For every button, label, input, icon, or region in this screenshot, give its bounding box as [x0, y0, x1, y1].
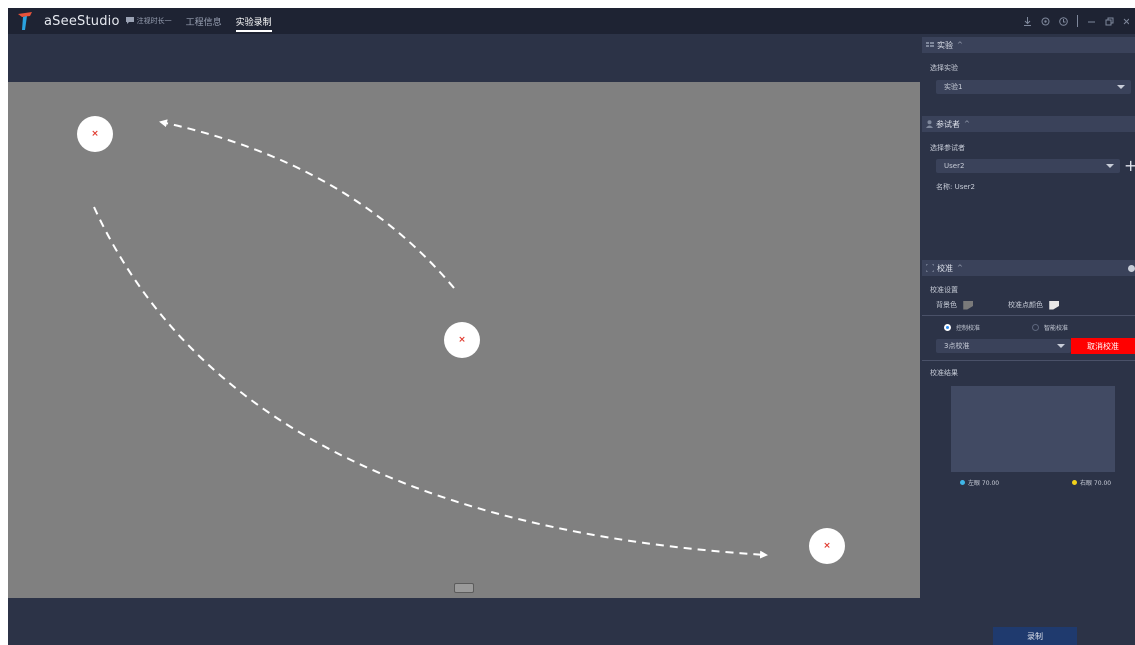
calibration-settings-label: 校准设置 — [930, 286, 958, 294]
app-logo-icon — [12, 8, 38, 34]
chevron-up-icon: ^ — [957, 264, 963, 272]
calibration-result-label: 校准结果 — [930, 369, 958, 377]
manual-calibration-radio[interactable]: 控制校准 — [944, 323, 980, 332]
help-icon[interactable] — [1059, 16, 1068, 26]
add-participant-icon[interactable]: + — [1124, 158, 1135, 174]
point-color-setting[interactable]: 校准点颜色 — [1008, 300, 1060, 310]
smart-calibration-label: 智能校准 — [1044, 325, 1069, 332]
experiment-section-header[interactable]: 实验 ^ — [922, 37, 1135, 53]
stage-toggle-button[interactable] — [454, 583, 474, 593]
experiment-icon — [926, 42, 934, 48]
radio-unselected-icon — [1032, 324, 1039, 331]
app-window: aSeeStudio 注视时长一 工程信息 实验录制 × × × 实验 ^ 选择… — [8, 8, 1135, 645]
experiment-select-value: 实验1 — [944, 83, 963, 91]
caret-down-icon — [1106, 164, 1114, 168]
stage-top-band — [8, 34, 920, 82]
calibration-divider — [922, 315, 1135, 316]
select-participant-label: 选择参试者 — [930, 144, 965, 152]
participant-select[interactable]: User2 — [936, 159, 1120, 173]
background-color-setting[interactable]: 背景色 — [936, 300, 974, 310]
smart-calibration-radio[interactable]: 智能校准 — [1032, 323, 1068, 332]
window-controls — [1023, 8, 1129, 34]
gaze-duration-info: 注视时长一 — [125, 16, 172, 26]
download-icon[interactable] — [1023, 16, 1032, 26]
calibration-result-area — [951, 386, 1115, 472]
caret-down-icon — [1057, 344, 1065, 348]
app-name: aSeeStudio — [44, 13, 120, 29]
chat-icon — [125, 16, 134, 26]
settings-icon[interactable] — [1041, 17, 1050, 26]
minimize-icon[interactable] — [1087, 17, 1096, 26]
title-bar: aSeeStudio 注视时长一 工程信息 实验录制 — [8, 8, 1135, 34]
participant-select-value: User2 — [944, 162, 965, 170]
calibration-target-center: × — [444, 322, 480, 358]
restore-icon[interactable] — [1105, 17, 1114, 26]
experiment-select[interactable]: 实验1 — [936, 80, 1131, 94]
arrow-center-to-topleft — [159, 119, 455, 289]
participant-section-title: 参试者 — [936, 119, 960, 129]
participant-section-header[interactable]: 参试者 ^ — [922, 116, 1135, 132]
crosshair-icon — [926, 264, 934, 272]
tab-experiment-recording[interactable]: 实验录制 — [235, 10, 272, 32]
right-eye-value: 右眼 70.00 — [1080, 480, 1112, 487]
close-icon[interactable] — [1123, 17, 1129, 26]
results-divider — [922, 360, 1135, 361]
calibration-points-select[interactable]: 3点校准 — [936, 339, 1071, 353]
background-color-swatch[interactable] — [963, 300, 974, 310]
calibration-stage: × × × — [8, 82, 920, 598]
calibration-points-value: 3点校准 — [944, 342, 970, 350]
chevron-up-icon: ^ — [964, 120, 970, 128]
background-color-label: 背景色 — [936, 301, 957, 309]
chevron-up-icon: ^ — [957, 41, 963, 49]
calibration-section-title: 校准 — [937, 263, 953, 273]
experiment-section-title: 实验 — [937, 40, 953, 50]
calibration-target-bottom-right: × — [809, 528, 845, 564]
calibration-section-header[interactable]: 校准 ^ — [922, 260, 1135, 276]
record-button[interactable]: 录制 — [993, 627, 1077, 645]
gaze-duration-label: 注视时长一 — [136, 17, 172, 25]
left-eye-dot-icon — [960, 480, 965, 485]
calibration-info-icon[interactable] — [1128, 265, 1135, 274]
right-eye-dot-icon — [1072, 480, 1077, 485]
user-icon — [926, 120, 933, 128]
radio-selected-icon — [944, 324, 951, 331]
target-marker-icon: × — [91, 128, 99, 139]
select-experiment-label: 选择实验 — [930, 64, 958, 72]
right-eye-legend: 右眼 70.00 — [1072, 478, 1111, 487]
arrow-topleft-to-bottomright — [93, 206, 768, 559]
point-color-label: 校准点颜色 — [1008, 301, 1043, 309]
stage-bottom-band — [8, 598, 920, 645]
target-marker-icon: × — [823, 540, 831, 551]
participant-name: 名称: User2 — [936, 183, 975, 191]
left-eye-value: 左眼 70.00 — [968, 480, 1000, 487]
manual-calibration-label: 控制校准 — [956, 325, 981, 332]
controls-divider — [1077, 15, 1078, 27]
left-eye-legend: 左眼 70.00 — [960, 478, 999, 487]
caret-down-icon — [1117, 85, 1125, 89]
right-panel: 实验 ^ 选择实验 实验1 参试者 ^ 选择参试者 User2 + 名称: Us… — [922, 34, 1135, 645]
calibration-target-top-left: × — [77, 116, 113, 152]
cancel-calibration-button[interactable]: 取消校准 — [1071, 338, 1135, 354]
point-color-swatch[interactable] — [1049, 300, 1060, 310]
target-marker-icon: × — [458, 334, 466, 345]
tab-project-info[interactable]: 工程信息 — [186, 10, 222, 32]
